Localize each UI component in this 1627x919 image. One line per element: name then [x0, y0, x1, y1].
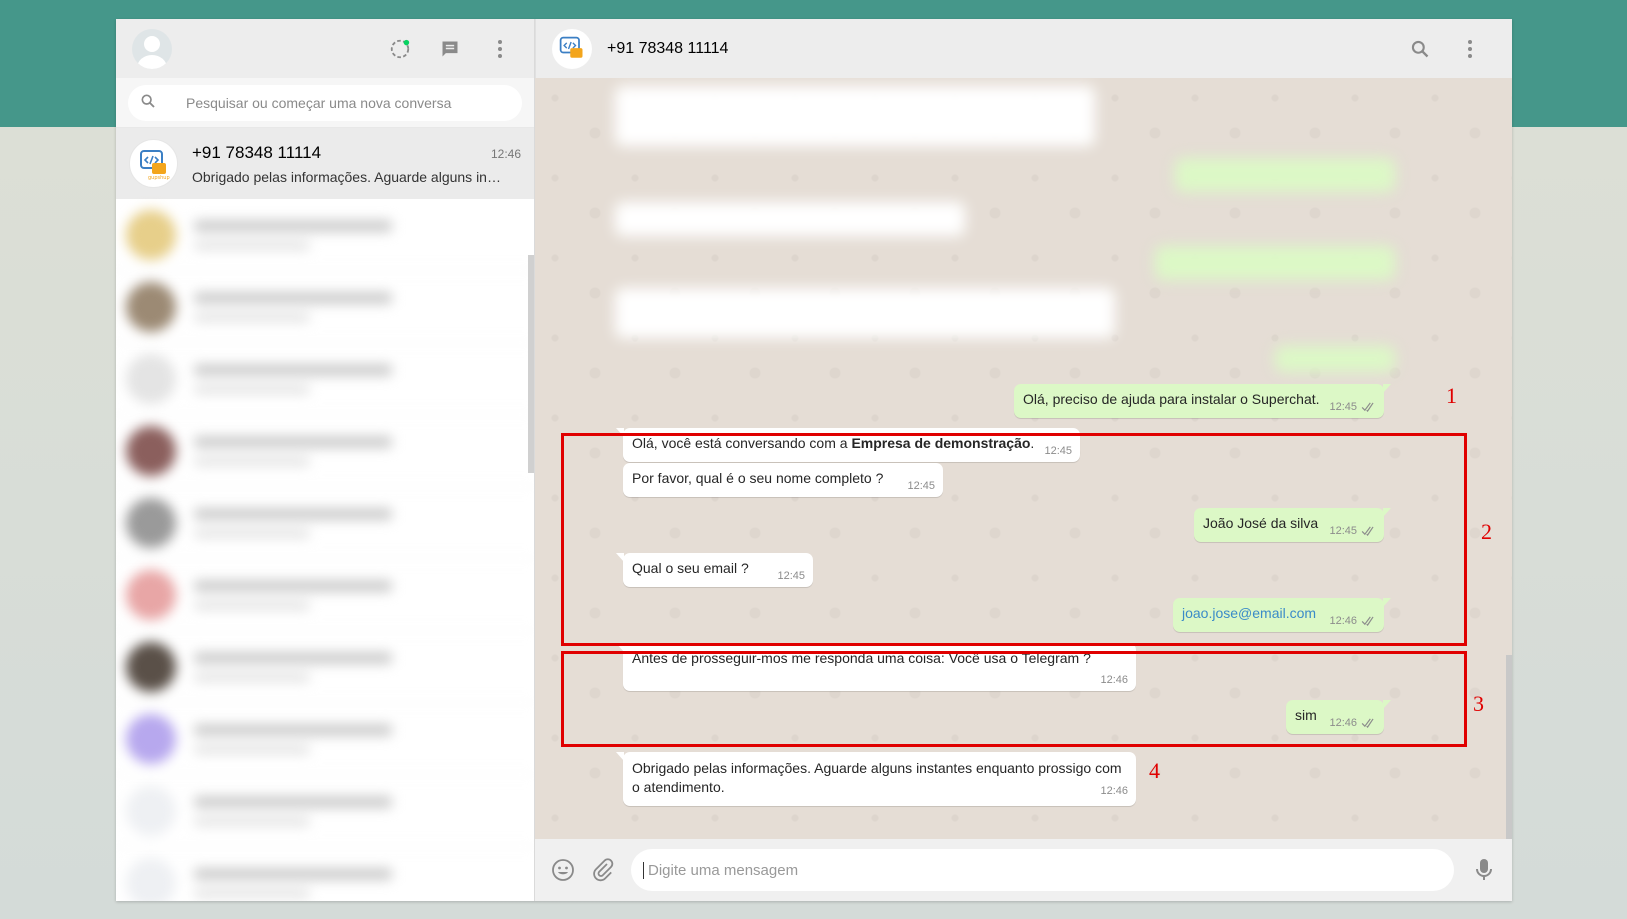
search-input[interactable]	[186, 95, 510, 111]
chat-time: 12:46	[490, 146, 521, 161]
gupshup-logo-avatar[interactable]	[552, 28, 592, 69]
search-icon[interactable]	[1408, 37, 1432, 61]
chat-row: +91 78348 11114 12:46	[192, 143, 521, 163]
blurred-message-history	[535, 78, 1512, 378]
blurred-chat-item[interactable]	[116, 631, 534, 703]
message-meta: 12:46	[1100, 782, 1128, 801]
svg-text:gupshup: gupshup	[148, 175, 170, 180]
conversation-header-icons	[1408, 37, 1482, 61]
search-box	[128, 85, 522, 121]
blurred-chat-item[interactable]	[116, 487, 534, 559]
blurred-chat-item[interactable]	[116, 343, 534, 415]
blurred-chat-item[interactable]	[116, 415, 534, 487]
message-input[interactable]	[643, 861, 1442, 879]
message-time: 12:46	[1100, 785, 1128, 797]
annotation-box-2	[561, 433, 1467, 646]
composer	[535, 839, 1512, 901]
sidebar-header	[116, 19, 534, 78]
microphone-icon[interactable]	[1472, 858, 1496, 882]
message-incoming[interactable]: Obrigado pelas informações. Aguarde algu…	[616, 752, 1136, 806]
chat-name: +91 78348 11114	[192, 142, 322, 162]
chat-preview: Obrigado pelas informações. Aguarde algu…	[192, 168, 501, 185]
message-scrollbar[interactable]	[1506, 655, 1512, 839]
blurred-chat-item[interactable]	[116, 271, 534, 343]
whatsapp-web-window: gupshup +91 78348 11114 12:46 Obrigado p…	[116, 19, 1512, 901]
sidebar-header-icons	[388, 37, 512, 61]
message-input-box	[631, 849, 1454, 891]
status-icon[interactable]	[388, 37, 412, 61]
message-text: Obrigado pelas informações. Aguarde algu…	[632, 760, 1122, 795]
search-bar	[116, 78, 534, 128]
double-check-icon	[1361, 402, 1374, 412]
blurred-chat-item[interactable]	[116, 559, 534, 631]
sidebar: gupshup +91 78348 11114 12:46 Obrigado p…	[116, 19, 535, 901]
blurred-chat-item[interactable]	[116, 703, 534, 775]
annotation-box-3	[561, 651, 1467, 747]
menu-kebab-icon[interactable]	[488, 37, 512, 61]
message-area[interactable]: Olá, preciso de ajuda para instalar o Su…	[535, 78, 1512, 839]
chat-list-item-active[interactable]: gupshup +91 78348 11114 12:46 Obrigado p…	[116, 128, 534, 199]
annotation-number: 1	[1446, 383, 1457, 408]
message-text: Olá, preciso de ajuda para instalar o Su…	[1023, 391, 1320, 407]
search-icon	[140, 93, 156, 114]
my-avatar[interactable]	[132, 28, 172, 69]
blurred-chat-item[interactable]	[116, 775, 534, 847]
annotation-number: 3	[1473, 691, 1484, 716]
gupshup-logo-avatar: gupshup	[129, 139, 178, 188]
blurred-chat-item[interactable]	[116, 199, 534, 271]
attach-clip-icon[interactable]	[591, 858, 615, 882]
annotation-number: 4	[1149, 758, 1160, 783]
chat-info: +91 78348 11114 12:46 Obrigado pelas inf…	[192, 143, 521, 185]
message-meta: 12:45	[1329, 401, 1376, 413]
emoji-icon[interactable]	[551, 858, 575, 882]
message-outgoing[interactable]: Olá, preciso de ajuda para instalar o Su…	[1014, 384, 1391, 418]
chat-list: gupshup +91 78348 11114 12:46 Obrigado p…	[116, 128, 534, 901]
contact-title[interactable]: +91 78348 11114	[607, 40, 728, 58]
new-chat-icon[interactable]	[438, 37, 462, 61]
conversation-pane: +91 78348 11114 Olá, preciso de ajuda pa…	[535, 19, 1512, 901]
message-time: 12:45	[1329, 401, 1357, 413]
conversation-header: +91 78348 11114	[535, 19, 1512, 78]
menu-kebab-icon[interactable]	[1458, 37, 1482, 61]
blurred-chat-item[interactable]	[116, 847, 534, 901]
sidebar-scrollbar[interactable]	[528, 255, 534, 473]
annotation-number: 2	[1481, 519, 1492, 544]
